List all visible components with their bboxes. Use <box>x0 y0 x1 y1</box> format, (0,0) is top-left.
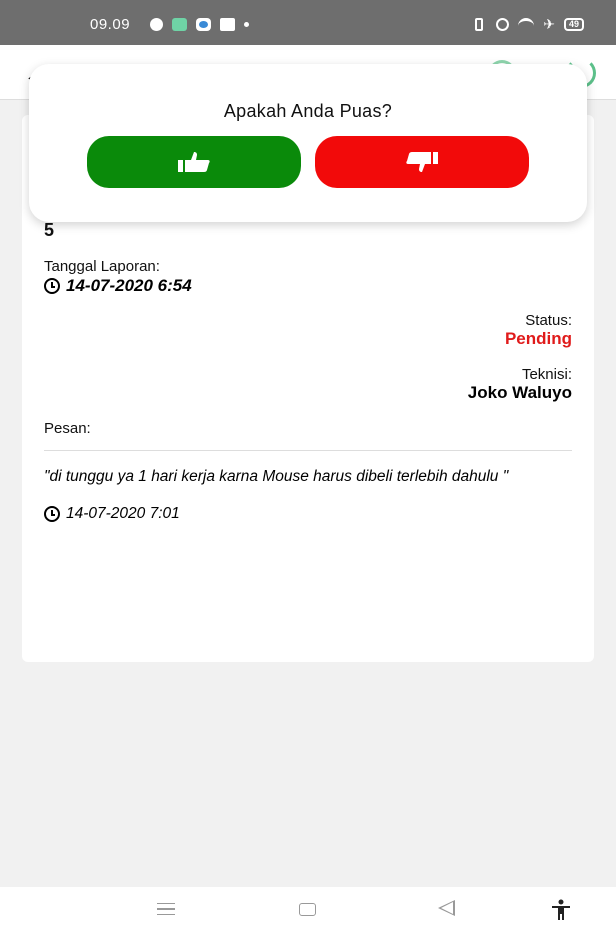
alarm-icon <box>496 17 510 31</box>
report-date-row: 14-07-2020 6:54 <box>44 276 192 296</box>
message-time: 14-07-2020 7:01 <box>66 505 180 522</box>
clock-icon <box>44 278 60 294</box>
report-number: 5 <box>44 220 55 240</box>
thumbs-down-icon <box>406 152 438 172</box>
accessibility-icon[interactable] <box>550 899 572 921</box>
home-icon[interactable] <box>299 903 316 916</box>
airplane-icon: ✈ <box>543 16 555 32</box>
radio-icon <box>220 18 235 31</box>
message-text: "di tunggu ya 1 hari kerja karna Mouse h… <box>44 468 509 485</box>
technician-label: Teknisi: <box>521 366 572 383</box>
status-bar: 09.09 ✈ 49 <box>0 0 616 45</box>
battery-icon: 49 <box>563 17 584 31</box>
app-notification-icon <box>172 18 187 31</box>
back-icon[interactable] <box>438 900 455 916</box>
satisfied-button[interactable] <box>87 136 301 188</box>
satisfaction-dialog: Apakah Anda Puas? <box>29 64 587 222</box>
dialog-title: Apakah Anda Puas? <box>223 101 393 121</box>
notification-icons <box>150 18 249 31</box>
not-satisfied-button[interactable] <box>315 136 529 188</box>
report-date-label: Tanggal Laporan: <box>44 258 160 275</box>
status-label: Status: <box>525 312 572 329</box>
message-label: Pesan: <box>44 420 91 437</box>
divider <box>44 450 572 451</box>
facebook-icon <box>150 18 163 31</box>
clock-icon <box>44 506 60 522</box>
technician-name: Joko Waluyo <box>467 383 572 402</box>
message-time-row: 14-07-2020 7:01 <box>44 505 180 523</box>
messenger-icon <box>196 18 211 31</box>
vibrate-icon <box>475 17 484 31</box>
status-badge: Pending <box>504 329 572 348</box>
wifi-icon <box>518 18 535 30</box>
status-time: 09.09 <box>90 16 131 33</box>
report-date-value: 14-07-2020 6:54 <box>66 276 192 295</box>
system-icons: ✈ 49 <box>471 17 584 31</box>
navigation-bar <box>0 887 616 931</box>
recent-apps-icon[interactable] <box>157 903 175 915</box>
more-notifications-dot-icon <box>244 22 249 27</box>
thumbs-up-icon <box>178 152 210 172</box>
